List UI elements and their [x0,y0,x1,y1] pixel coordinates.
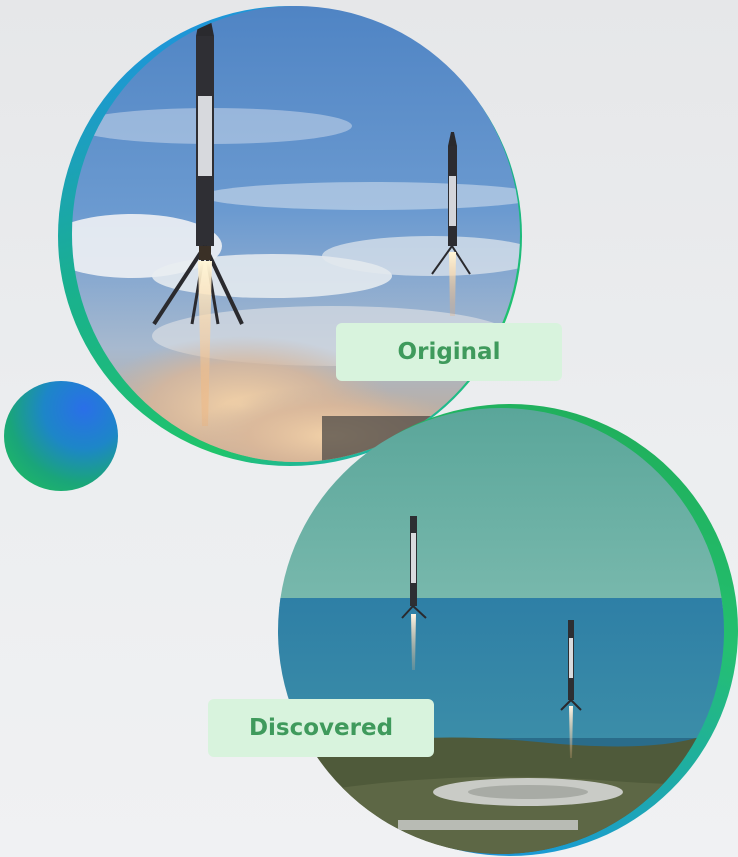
original-image [72,6,520,462]
original-label: Original [336,323,562,381]
discovered-label: Discovered [208,699,434,757]
discovered-image [278,408,724,854]
decorative-sphere [4,381,118,491]
comparison-stage: Original Discovered [0,0,738,857]
